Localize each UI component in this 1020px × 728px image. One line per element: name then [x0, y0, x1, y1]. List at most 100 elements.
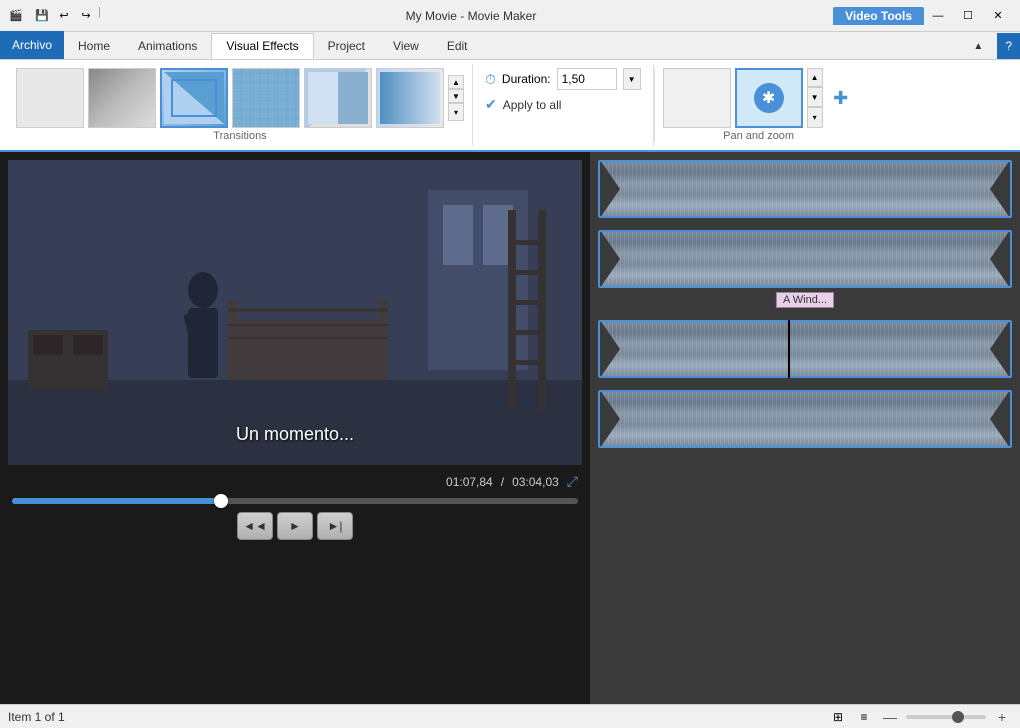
ribbon-panel: ▲ ▼ ▾ Transitions ⏱ Duration: ▼ ✔ Apply …	[0, 60, 1020, 152]
tab-view[interactable]: View	[379, 33, 433, 59]
duration-dropdown[interactable]: ▼	[623, 68, 641, 90]
tab-home[interactable]: Home	[64, 33, 124, 59]
app-icon: 🎬	[8, 8, 24, 24]
transition-diagonal-icon	[164, 72, 224, 124]
pan-zoom-section: ✱ ▲ ▼ ▾ ✚ Pan and zoom	[655, 64, 863, 146]
playback-controls: ◄◄ ► ►|	[8, 512, 582, 540]
transitions-scroll: ▲ ▼ ▾	[448, 68, 464, 128]
transition-none[interactable]	[16, 68, 84, 128]
close-button[interactable]: ✕	[984, 4, 1012, 28]
undo-button[interactable]: ↩	[54, 6, 74, 26]
timeline-clip-2[interactable]	[598, 230, 1012, 288]
transition-fade[interactable]	[88, 68, 156, 128]
duration-section: ⏱ Duration: ▼ ✔ Apply to all	[473, 64, 654, 146]
window-title: My Movie - Movie Maker	[109, 9, 833, 23]
pan-zoom-label: Pan and zoom	[723, 130, 794, 142]
apply-to-all-label: Apply to all	[503, 98, 562, 112]
clip-2-texture	[600, 232, 1010, 286]
status-bar: Item 1 of 1 ⊞ ≡ — +	[0, 704, 1020, 728]
time-current: 01:07,84	[446, 475, 493, 489]
transition-wipe[interactable]	[304, 68, 372, 128]
transition-diagonal[interactable]	[160, 68, 228, 128]
video-preview-panel: Un momento... 01:07,84 / 03:04,03 ⤢ ◄◄ ►…	[0, 152, 590, 704]
clip-2-arrow-left	[600, 230, 620, 288]
transitions-row: ▲ ▼ ▾	[16, 68, 464, 128]
pan-zoom-add-button[interactable]: ✚	[827, 84, 855, 112]
status-item-info: Item 1 of 1	[8, 710, 65, 724]
zoom-in-button[interactable]: +	[992, 707, 1012, 727]
storyboard-view-button[interactable]: ⊞	[828, 707, 848, 727]
transition-mosaic[interactable]	[232, 68, 300, 128]
clip-1-arrow-left	[600, 160, 620, 218]
apply-to-all-row: ✔ Apply to all	[485, 96, 641, 113]
seek-thumb[interactable]	[214, 494, 228, 508]
pan-zoom-scroll: ▲ ▼ ▾	[807, 68, 823, 128]
transitions-scroll-down[interactable]: ▼	[448, 89, 464, 103]
maximize-button[interactable]: ☐	[954, 4, 982, 28]
duration-icon: ⏱	[485, 71, 496, 88]
timeline-view-button[interactable]: ≡	[854, 707, 874, 727]
rewind-button[interactable]: ◄◄	[237, 512, 273, 540]
zoom-out-button[interactable]: —	[880, 707, 900, 727]
ribbon-tabs: Archivo Home Animations Visual Effects P…	[0, 32, 1020, 60]
pan-zoom-active[interactable]: ✱	[735, 68, 803, 128]
minimize-button[interactable]: —	[924, 4, 952, 28]
time-separator: /	[501, 475, 504, 489]
scene-svg	[8, 160, 582, 465]
forward-button[interactable]: ►|	[317, 512, 353, 540]
tab-project[interactable]: Project	[314, 33, 379, 59]
seek-bar[interactable]	[12, 498, 578, 504]
time-total: 03:04,03	[512, 475, 559, 489]
video-frame: Un momento...	[8, 160, 582, 465]
transition-fade2[interactable]	[376, 68, 444, 128]
save-button[interactable]: 💾	[32, 6, 52, 26]
title-bar: 🎬 💾 ↩ ↪ | My Movie - Movie Maker Video T…	[0, 0, 1020, 32]
pan-zoom-none[interactable]	[663, 68, 731, 128]
clip-3-arrow-right	[990, 320, 1010, 378]
pan-zoom-scroll-down[interactable]: ▼	[807, 87, 823, 106]
redo-button[interactable]: ↪	[76, 6, 96, 26]
video-time-row: 01:07,84 / 03:04,03 ⤢	[8, 473, 582, 490]
tab-animations[interactable]: Animations	[124, 33, 211, 59]
clip-3-arrow-left	[600, 320, 620, 378]
fullscreen-button[interactable]: ⤢	[567, 473, 578, 490]
zoom-slider[interactable]	[906, 715, 986, 719]
pan-zoom-row: ✱ ▲ ▼ ▾ ✚	[663, 68, 855, 128]
clip-3-texture	[600, 322, 1010, 376]
clip-4-texture	[600, 392, 1010, 446]
clip-2-label: A Wind...	[776, 292, 834, 308]
collapse-ribbon-button[interactable]: ▲	[959, 33, 997, 59]
transitions-scroll-expand[interactable]: ▾	[448, 103, 464, 121]
apply-to-all-icon: ✔	[485, 96, 497, 113]
help-button[interactable]: ?	[997, 33, 1020, 59]
timeline-clip-1[interactable]	[598, 160, 1012, 218]
timeline-clip-4[interactable]	[598, 390, 1012, 448]
status-right: ⊞ ≡ — +	[828, 707, 1012, 727]
play-button[interactable]: ►	[277, 512, 313, 540]
video-tools-badge: Video Tools	[833, 7, 924, 25]
duration-input[interactable]	[557, 68, 617, 90]
pan-zoom-scroll-up[interactable]: ▲	[807, 68, 823, 87]
transitions-scroll-up[interactable]: ▲	[448, 75, 464, 89]
seek-fill	[12, 498, 221, 504]
playhead	[788, 320, 790, 378]
clip-4-arrow-right	[990, 390, 1010, 448]
pan-zoom-scroll-expand[interactable]: ▾	[807, 107, 823, 128]
tab-archivo[interactable]: Archivo	[0, 31, 64, 59]
transition-fade2-icon	[380, 72, 440, 124]
zoom-slider-thumb[interactable]	[952, 711, 964, 723]
main-area: Un momento... 01:07,84 / 03:04,03 ⤢ ◄◄ ►…	[0, 152, 1020, 704]
timeline-clip-3[interactable]	[598, 320, 1012, 378]
clip-1-texture	[600, 162, 1010, 216]
tab-visual-effects[interactable]: Visual Effects	[211, 33, 313, 59]
clip-2-arrow-right	[990, 230, 1010, 288]
clip-3-container	[598, 320, 1012, 378]
timeline-area: A Wind...	[590, 152, 1020, 704]
quick-access-toolbar: 💾 ↩ ↪ |	[32, 6, 101, 26]
transitions-label: Transitions	[213, 130, 266, 142]
video-subtitle: Un momento...	[236, 424, 354, 445]
timeline-scroll[interactable]: A Wind...	[590, 152, 1020, 704]
duration-label: Duration:	[502, 72, 551, 86]
transition-wipe-icon	[308, 72, 368, 124]
tab-edit[interactable]: Edit	[433, 33, 482, 59]
